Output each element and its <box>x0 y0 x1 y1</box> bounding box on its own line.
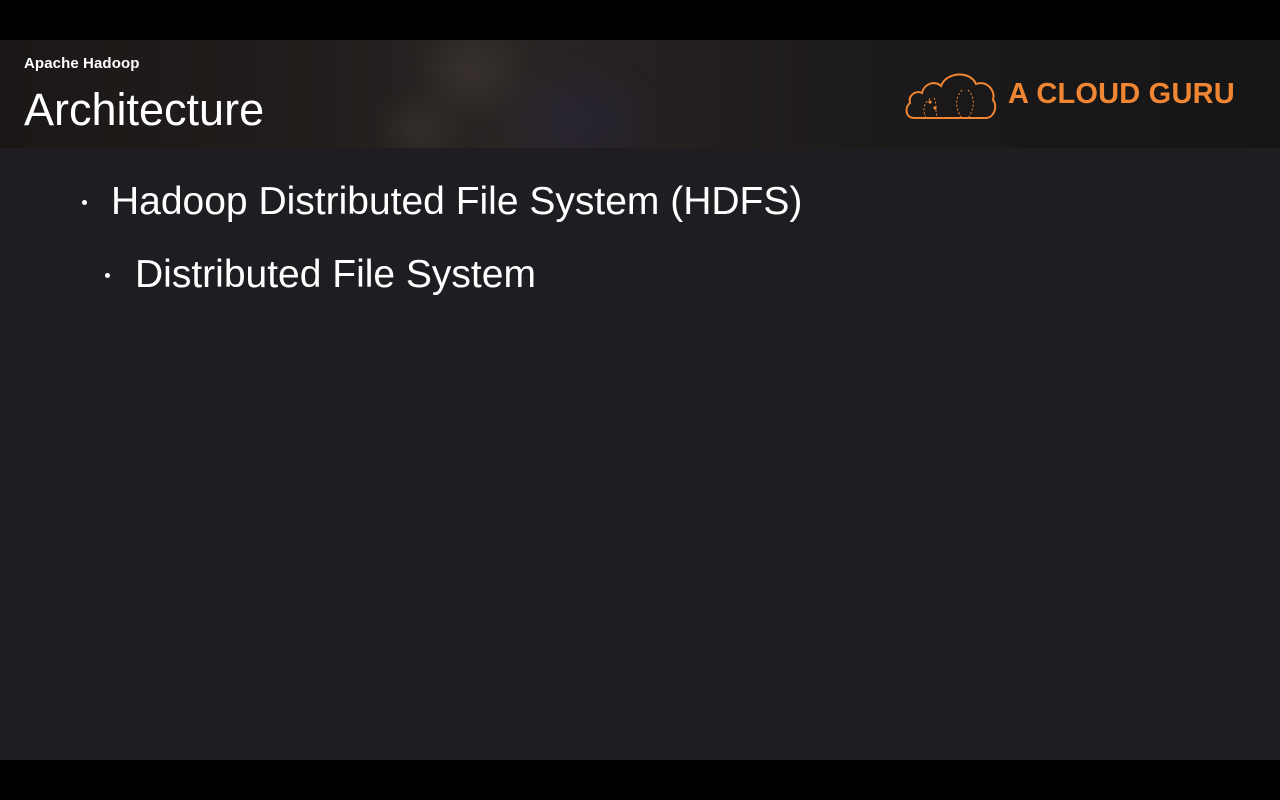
sub-bullet-text: Distributed File System <box>135 253 536 296</box>
letterbox-bottom <box>0 760 1280 800</box>
bullet-text: Hadoop Distributed File System (HDFS) <box>111 180 803 223</box>
slide-header: Apache Hadoop Architecture A CLOUD GURU <box>0 40 1280 148</box>
presenter-video-background <box>360 40 720 148</box>
bullet-dot-icon <box>105 272 110 278</box>
logo-text: A CLOUD GURU <box>1008 78 1235 110</box>
a-cloud-guru-logo: A CLOUD GURU <box>904 68 1244 122</box>
bullet-item-hdfs: Hadoop Distributed File System (HDFS) <box>82 180 802 224</box>
letterbox-top <box>0 0 1280 40</box>
slide: Apache Hadoop Architecture A CLOUD GURU … <box>0 40 1280 760</box>
cloud-icon <box>905 73 997 119</box>
bullet-dot-icon <box>82 199 87 205</box>
slide-title: Architecture <box>24 84 265 135</box>
section-label: Apache Hadoop <box>24 55 140 72</box>
sub-bullet-item-distributed-file-system: Distributed File System <box>105 253 536 297</box>
